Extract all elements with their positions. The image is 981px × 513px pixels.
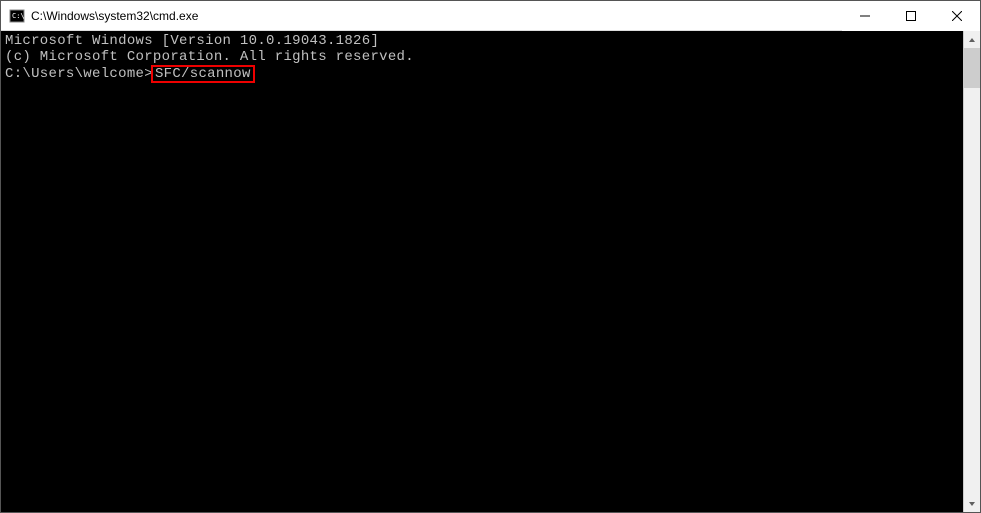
vertical-scrollbar[interactable] (963, 31, 980, 512)
window-controls (842, 1, 980, 30)
close-button[interactable] (934, 1, 980, 31)
scroll-down-button[interactable] (964, 495, 980, 512)
prompt-line: C:\Users\welcome>SFC/scannow (5, 65, 963, 83)
cmd-icon: C:\ (9, 8, 25, 24)
scroll-track[interactable] (964, 48, 980, 495)
terminal-output[interactable]: Microsoft Windows [Version 10.0.19043.18… (1, 31, 963, 512)
command-text: SFC/scannow (155, 66, 251, 82)
maximize-button[interactable] (888, 1, 934, 31)
minimize-button[interactable] (842, 1, 888, 31)
copyright-line: (c) Microsoft Corporation. All rights re… (5, 49, 963, 65)
window-title: C:\Windows\system32\cmd.exe (31, 9, 842, 23)
scroll-thumb[interactable] (964, 48, 980, 88)
command-highlight: SFC/scannow (151, 65, 255, 83)
cmd-window: C:\ C:\Windows\system32\cmd.exe Microsof… (0, 0, 981, 513)
version-line: Microsoft Windows [Version 10.0.19043.18… (5, 33, 963, 49)
svg-text:C:\: C:\ (12, 12, 25, 20)
prompt-text: C:\Users\welcome> (5, 66, 153, 82)
scroll-up-button[interactable] (964, 31, 980, 48)
client-area: Microsoft Windows [Version 10.0.19043.18… (1, 31, 980, 512)
titlebar[interactable]: C:\ C:\Windows\system32\cmd.exe (1, 1, 980, 31)
